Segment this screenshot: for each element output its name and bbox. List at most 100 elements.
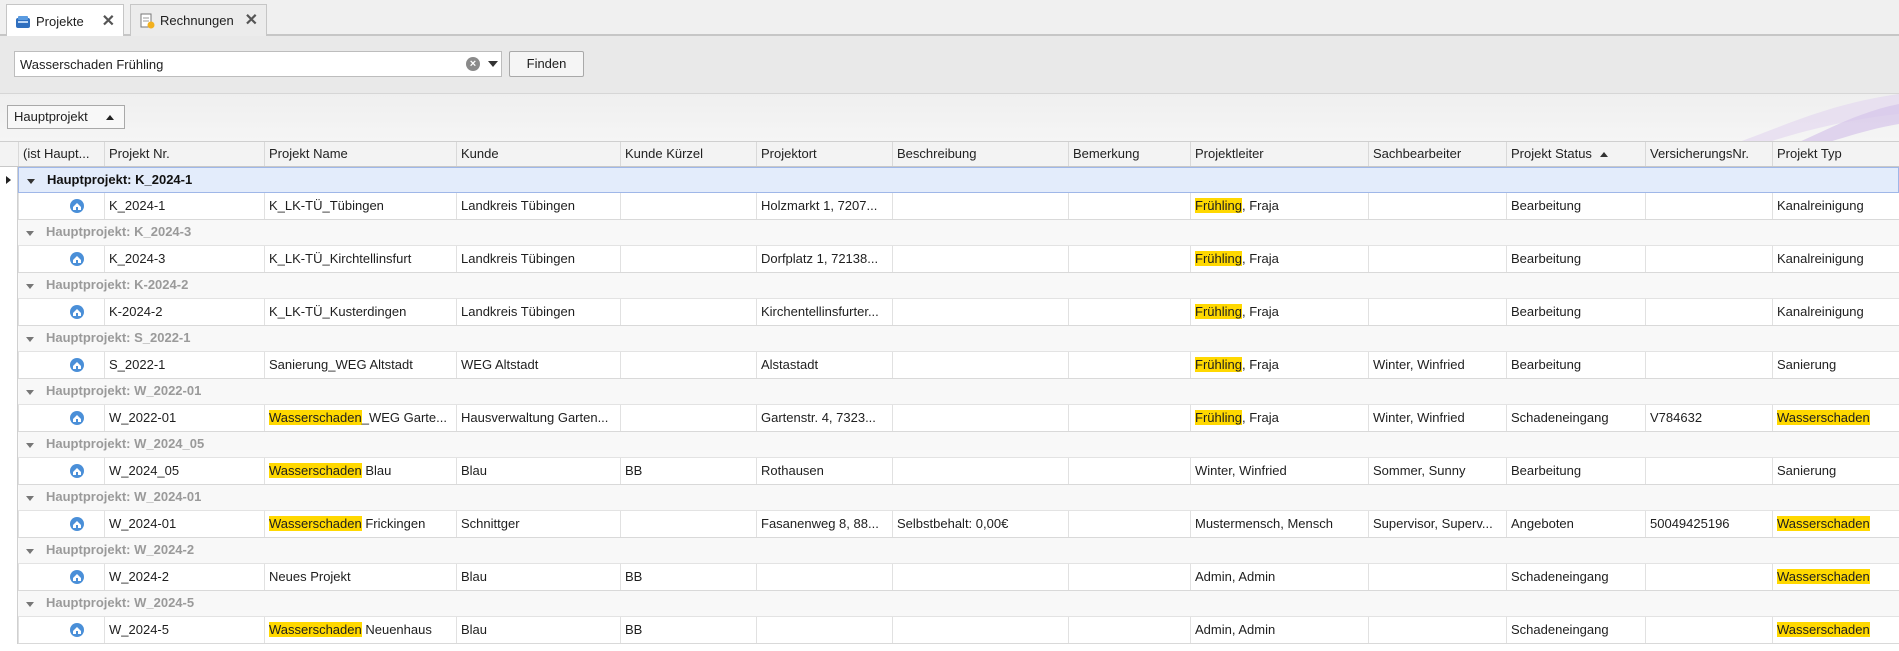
dropdown-arrow-icon[interactable] xyxy=(488,61,498,67)
cell-kunde-kuerzel[interactable] xyxy=(620,246,756,272)
cell-kunde[interactable]: Schnittger xyxy=(456,511,620,537)
cell-versicherungsnr[interactable] xyxy=(1645,352,1772,378)
cell-projektleiter[interactable]: Admin, Admin xyxy=(1190,564,1368,590)
collapse-chevron-icon[interactable] xyxy=(26,390,34,395)
column-header-bemerkung[interactable]: Bemerkung xyxy=(1068,142,1190,166)
cell-projekt-status[interactable]: Bearbeitung xyxy=(1506,193,1645,219)
cell-kunde-kuerzel[interactable]: BB xyxy=(620,617,756,643)
collapse-chevron-icon[interactable] xyxy=(26,549,34,554)
group-row[interactable]: Hauptprojekt: K_2024-3 xyxy=(18,220,1899,246)
cell-sachbearbeiter[interactable]: Winter, Winfried xyxy=(1368,405,1506,431)
cell-beschreibung[interactable] xyxy=(892,458,1068,484)
cell-bemerkung[interactable] xyxy=(1068,299,1190,325)
row-indicator[interactable] xyxy=(0,405,18,432)
tab-rechnungen[interactable]: Rechnungen ✕ xyxy=(130,4,267,36)
group-row[interactable]: Hauptprojekt: W_2022-01 xyxy=(18,379,1899,405)
cell-versicherungsnr[interactable] xyxy=(1645,458,1772,484)
column-header-sachbearbeiter[interactable]: Sachbearbeiter xyxy=(1368,142,1506,166)
cell-projekt-status[interactable]: Bearbeitung xyxy=(1506,246,1645,272)
cell-versicherungsnr[interactable] xyxy=(1645,617,1772,643)
cell-projekt-status[interactable]: Schadeneingang xyxy=(1506,564,1645,590)
close-tab-icon[interactable]: ✕ xyxy=(102,13,115,30)
cell-projekt-nr[interactable]: K_2024-3 xyxy=(104,246,264,272)
table-row[interactable]: S_2022-1 Sanierung_WEG Altstadt WEG Altsta… xyxy=(18,352,1899,379)
cell-projekt-status[interactable]: Schadeneingang xyxy=(1506,617,1645,643)
collapse-chevron-icon[interactable] xyxy=(26,284,34,289)
cell-projekt-name[interactable]: Wasserschaden Blau xyxy=(264,458,456,484)
cell-projektleiter[interactable]: Frühling, Fraja xyxy=(1190,405,1368,431)
row-indicator[interactable] xyxy=(0,273,18,299)
cell-bemerkung[interactable] xyxy=(1068,564,1190,590)
cell-kunde-kuerzel[interactable] xyxy=(620,511,756,537)
cell-versicherungsnr[interactable] xyxy=(1645,246,1772,272)
row-indicator[interactable] xyxy=(0,617,18,644)
cell-projekt-nr[interactable]: W_2024_05 xyxy=(104,458,264,484)
cell-projekt-nr[interactable]: S_2022-1 xyxy=(104,352,264,378)
table-row[interactable]: W_2024-01 Wasserschaden Frickingen Schnitt… xyxy=(18,511,1899,538)
cell-kunde[interactable]: WEG Altstadt xyxy=(456,352,620,378)
group-row[interactable]: Hauptprojekt: W_2024_05 xyxy=(18,432,1899,458)
cell-projektort[interactable]: Rothausen xyxy=(756,458,892,484)
cell-projekt-status[interactable]: Angeboten xyxy=(1506,511,1645,537)
cell-projekt-typ[interactable]: Kanalreinigung xyxy=(1772,246,1899,272)
cell-beschreibung[interactable] xyxy=(892,564,1068,590)
cell-projekt-status[interactable]: Schadeneingang xyxy=(1506,405,1645,431)
cell-projekt-name[interactable]: K_LK-TÜ_Kusterdingen xyxy=(264,299,456,325)
cell-versicherungsnr[interactable] xyxy=(1645,193,1772,219)
cell-beschreibung[interactable] xyxy=(892,246,1068,272)
cell-projekt-status[interactable]: Bearbeitung xyxy=(1506,458,1645,484)
column-header-kunde-kuerzel[interactable]: Kunde Kürzel xyxy=(620,142,756,166)
cell-versicherungsnr[interactable] xyxy=(1645,299,1772,325)
cell-projekt-typ[interactable]: Wasserschaden xyxy=(1772,564,1899,590)
cell-projektort[interactable]: Fasanenweg 8, 88... xyxy=(756,511,892,537)
cell-projektort[interactable]: Alstastadt xyxy=(756,352,892,378)
cell-projektleiter[interactable]: Frühling, Fraja xyxy=(1190,246,1368,272)
collapse-chevron-icon[interactable] xyxy=(26,443,34,448)
cell-ist-hauptprojekt[interactable] xyxy=(18,511,104,537)
column-header-projekt-typ[interactable]: Projekt Typ xyxy=(1772,142,1899,166)
cell-projektort[interactable]: Dorfplatz 1, 72138... xyxy=(756,246,892,272)
cell-sachbearbeiter[interactable] xyxy=(1368,246,1506,272)
group-row[interactable]: Hauptprojekt: W_2024-2 xyxy=(18,538,1899,564)
cell-projekt-nr[interactable]: K_2024-1 xyxy=(104,193,264,219)
cell-projektort[interactable]: Kirchentellinsfurter... xyxy=(756,299,892,325)
cell-projekt-nr[interactable]: W_2022-01 xyxy=(104,405,264,431)
cell-kunde[interactable]: Landkreis Tübingen xyxy=(456,299,620,325)
cell-projekt-typ[interactable]: Wasserschaden xyxy=(1772,511,1899,537)
cell-projekt-name[interactable]: K_LK-TÜ_Kirchtellinsfurt xyxy=(264,246,456,272)
table-row[interactable]: W_2024-2 Neues Projekt Blau BB Admin, Admin S… xyxy=(18,564,1899,591)
column-header-projektleiter[interactable]: Projektleiter xyxy=(1190,142,1368,166)
cell-projektort[interactable] xyxy=(756,564,892,590)
cell-kunde-kuerzel[interactable]: BB xyxy=(620,564,756,590)
row-indicator[interactable] xyxy=(0,193,18,220)
cell-projektort[interactable] xyxy=(756,617,892,643)
cell-kunde-kuerzel[interactable] xyxy=(620,352,756,378)
cell-kunde[interactable]: Blau xyxy=(456,458,620,484)
cell-projekt-typ[interactable]: Wasserschaden xyxy=(1772,617,1899,643)
cell-kunde-kuerzel[interactable] xyxy=(620,405,756,431)
cell-bemerkung[interactable] xyxy=(1068,617,1190,643)
cell-sachbearbeiter[interactable]: Winter, Winfried xyxy=(1368,352,1506,378)
cell-projekt-typ[interactable]: Sanierung xyxy=(1772,458,1899,484)
cell-projektort[interactable]: Holzmarkt 1, 7207... xyxy=(756,193,892,219)
row-indicator[interactable] xyxy=(0,379,18,405)
cell-beschreibung[interactable] xyxy=(892,352,1068,378)
cell-ist-hauptprojekt[interactable] xyxy=(18,458,104,484)
cell-projekt-status[interactable]: Bearbeitung xyxy=(1506,352,1645,378)
cell-projekt-typ[interactable]: Kanalreinigung xyxy=(1772,299,1899,325)
cell-ist-hauptprojekt[interactable] xyxy=(18,246,104,272)
cell-bemerkung[interactable] xyxy=(1068,405,1190,431)
cell-bemerkung[interactable] xyxy=(1068,458,1190,484)
row-indicator[interactable] xyxy=(0,432,18,458)
collapse-chevron-icon[interactable] xyxy=(26,231,34,236)
cell-ist-hauptprojekt[interactable] xyxy=(18,193,104,219)
cell-ist-hauptprojekt[interactable] xyxy=(18,405,104,431)
cell-projekt-nr[interactable]: W_2024-01 xyxy=(104,511,264,537)
cell-projekt-typ[interactable]: Sanierung xyxy=(1772,352,1899,378)
cell-projekt-name[interactable]: Sanierung_WEG Altstadt xyxy=(264,352,456,378)
cell-kunde[interactable]: Landkreis Tübingen xyxy=(456,193,620,219)
cell-projektleiter[interactable]: Frühling, Fraja xyxy=(1190,299,1368,325)
cell-beschreibung[interactable]: Selbstbehalt: 0,00€ xyxy=(892,511,1068,537)
cell-projektleiter[interactable]: Frühling, Fraja xyxy=(1190,352,1368,378)
row-indicator[interactable] xyxy=(0,458,18,485)
